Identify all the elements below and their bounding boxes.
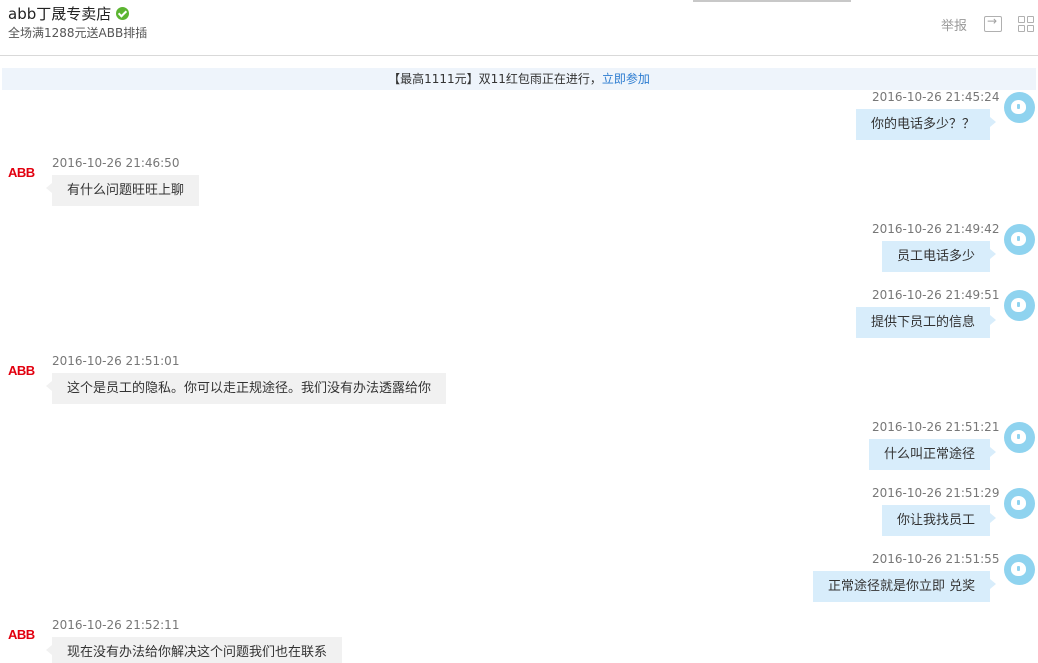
message-time: 2016-10-26 21:51:01 [52,354,180,368]
grid-icon[interactable] [1018,16,1036,32]
abb-logo[interactable]: ABB [8,627,35,642]
shop-name-row[interactable]: abb丁晟专卖店 [8,3,130,24]
message-bubble[interactable]: 你的电话多少？？ [856,109,997,140]
message-bubble[interactable]: 有什么问题旺旺上聊 [45,175,200,206]
avatar[interactable] [1004,224,1035,255]
avatar[interactable] [1004,488,1035,519]
avatar[interactable] [1004,554,1035,585]
export-icon[interactable] [984,14,1002,32]
message-bubble[interactable]: 什么叫正常途径 [869,439,997,470]
banner-text: 【最高1111元】双11红包雨正在进行， [388,72,602,86]
promo-banner: 【最高1111元】双11红包雨正在进行，立即参加 [2,68,1036,90]
chat-header: abb丁晟专卖店 全场满1288元送ABB排插 举报 [0,0,1038,56]
abb-logo[interactable]: ABB [8,363,35,378]
message-time: 2016-10-26 21:51:21 [872,420,1000,434]
message-time: 2016-10-26 21:49:51 [872,288,1000,302]
verified-icon [116,7,130,20]
join-now-link[interactable]: 立即参加 [602,72,650,86]
message-bubble[interactable]: 提供下员工的信息 [856,307,997,338]
message-time: 2016-10-26 21:45:24 [872,90,1000,104]
message-time: 2016-10-26 21:52:11 [52,618,180,632]
avatar[interactable] [1004,92,1035,123]
shop-name[interactable]: abb丁晟专卖店 [8,3,111,24]
message-bubble[interactable]: 这个是员工的隐私。你可以走正规途径。我们没有办法透露给你 [45,373,447,404]
message-bubble[interactable]: 现在没有办法给你解决这个问题我们也在联系 [45,637,343,663]
report-button[interactable]: 举报 [941,15,967,34]
message-bubble[interactable]: 正常途径就是你立即 兑奖 [813,571,997,602]
avatar[interactable] [1004,422,1035,453]
shop-promo: 全场满1288元送ABB排插 [8,26,148,40]
avatar[interactable] [1004,290,1035,321]
message-bubble[interactable]: 你让我找员工 [882,505,997,536]
chat-messages[interactable]: 2016-10-26 21:45:24 你的电话多少？？ ABB 2016-10… [0,90,1038,663]
message-bubble[interactable]: 员工电话多少 [882,241,997,272]
abb-logo[interactable]: ABB [8,165,35,180]
message-time: 2016-10-26 21:46:50 [52,156,180,170]
scrollbar[interactable] [693,0,851,2]
message-time: 2016-10-26 21:51:29 [872,486,1000,500]
message-time: 2016-10-26 21:51:55 [872,552,1000,566]
message-time: 2016-10-26 21:49:42 [872,222,1000,236]
